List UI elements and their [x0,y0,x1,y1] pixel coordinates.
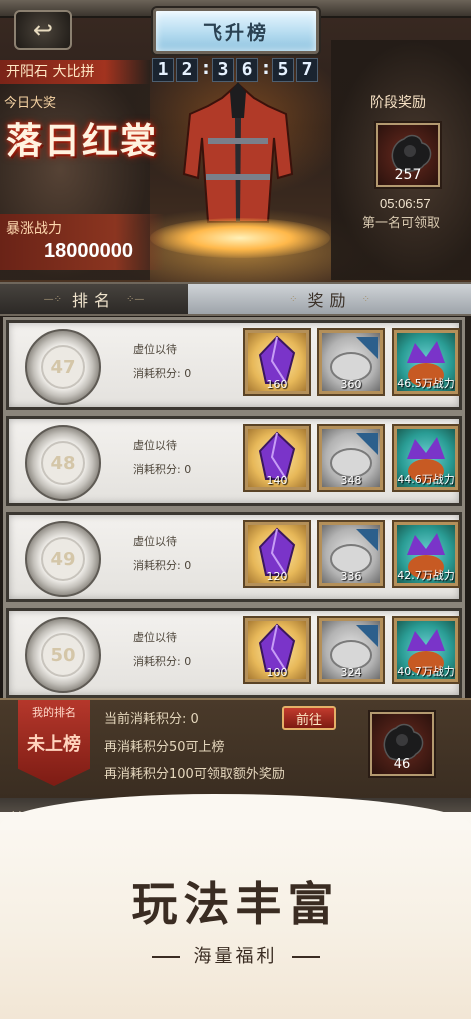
stage-item-count: 257 [394,167,422,183]
current-points: 当前消耗积分: 0 [104,712,199,727]
reward-qty: 324 [340,666,362,679]
timer-colon: : [262,58,270,79]
back-arrow-icon: ↩ [32,16,54,44]
rank-medal: 47 [25,329,101,405]
go-button[interactable]: 前往 [282,706,336,730]
power-value: 18000000 [44,240,133,262]
reward-silver[interactable]: 348 [319,426,383,490]
ornament-icon: ⁘— [126,293,145,305]
reward-qty: 360 [340,378,362,391]
rank-number: 47 [41,345,85,389]
power-box: 暴涨战力 18000000 [0,214,165,270]
reward-qty: 348 [340,474,362,487]
timer-digit: 5 [272,58,294,82]
title-plate: 飞升榜 [153,8,319,54]
reward-qty: 336 [340,570,362,583]
rank-status: 虚位以待 [133,439,177,452]
stage-note: 第一名可领取 [362,216,441,231]
prize-label: 今日大奖 [4,96,57,111]
event-name: 开阳石 大比拼 [0,60,150,84]
reward-qty: 140 [266,474,288,487]
stage-reward-label: 阶段奖励 [370,95,426,111]
tab-reward-label: 奖励 [307,291,352,310]
promo-subtitle-row: 海量福利 [0,942,471,968]
extra-item-count: 46 [393,757,411,772]
reward-crystal[interactable]: 140 [245,426,309,490]
rank-points: 消耗积分: 0 [133,463,192,476]
reward-qty: 44.6万战力 [397,473,455,486]
reward-silver[interactable]: 336 [319,522,383,586]
rank-status: 虚位以待 [133,631,177,644]
timer-digit: 6 [236,58,258,82]
timer-colon: : [202,58,210,79]
reward-qty: 120 [266,570,288,583]
glowing-portal [150,218,330,258]
reward-qty: 100 [266,666,288,679]
reward-crystal[interactable]: 120 [245,522,309,586]
rank-status: 虚位以待 [133,343,177,356]
tab-rank-label: 排名 [71,291,116,310]
rank-number: 48 [41,441,85,485]
countdown-timer: 1 2 : 3 6 : 5 7 [152,58,320,82]
rank-row[interactable]: 47 虚位以待 消耗积分: 0 160 360 46.5万战力 [6,320,462,410]
stage-reward-item[interactable]: 257 [376,123,440,187]
reward-silver[interactable]: 324 [319,618,383,682]
timer-digit: 1 [152,58,174,82]
reward-qty: 40.7万战力 [397,665,455,678]
reward-crystal[interactable]: 160 [245,330,309,394]
reward-crystal[interactable]: 100 [245,618,309,682]
rank-points: 消耗积分: 0 [133,367,192,380]
rank-number: 49 [41,537,85,581]
reward-power[interactable]: 44.6万战力 [394,426,458,490]
reward-power[interactable]: 46.5万战力 [394,330,458,394]
dash-decoration [291,956,320,958]
tab-rank[interactable]: —⁘ 排名 ⁘— [0,284,188,314]
back-button[interactable]: ↩ [14,10,72,50]
reward-qty: 160 [266,378,288,391]
rank-row[interactable]: 50 虚位以待 消耗积分: 0 100 324 40.7万战力 [6,608,462,698]
rank-number: 50 [41,633,85,677]
reward-qty: 42.7万战力 [397,569,455,582]
rank-row[interactable]: 48 虚位以待 消耗积分: 0 140 348 44.6万战力 [6,416,462,506]
need-points-rank: 再消耗积分50可上榜 [104,740,225,755]
tab-reward[interactable]: ⁘ 奖励 ⁘ [188,284,471,314]
game-screen: 开阳石 大比拼 今日大奖 落日红裳 暴涨战力 18000000 阶段奖励 257… [0,0,471,830]
rank-medal: 49 [25,521,101,597]
rank-medal: 50 [25,617,101,693]
my-rank-value: 未上榜 [27,734,81,755]
reward-silver[interactable]: 360 [319,330,383,394]
dash-decoration [151,956,180,958]
prize-title: 落日红裳 [6,120,159,162]
tab-bar: —⁘ 排名 ⁘— ⁘ 奖励 ⁘ [0,282,471,316]
rank-points: 消耗积分: 0 [133,655,192,668]
ornament-icon: ⁘ [361,293,370,305]
reward-qty: 46.5万战力 [397,377,455,390]
reward-power[interactable]: 40.7万战力 [394,618,458,682]
extra-reward-item[interactable]: 46 [370,712,434,776]
page-title: 飞升榜 [202,21,269,44]
reward-power[interactable]: 42.7万战力 [394,522,458,586]
stage-timer: 05:06:57 [380,196,431,211]
promo-subtitle: 海量福利 [193,946,278,967]
ornament-icon: ⁘ [289,293,298,305]
need-points-extra: 再消耗积分100可领取额外奖励 [104,767,285,782]
ornament-icon: —⁘ [43,293,62,305]
promo-title: 玩法丰富 [131,877,340,931]
timer-digit: 7 [296,58,318,82]
rank-points: 消耗积分: 0 [133,559,192,572]
power-label: 暴涨战力 [6,221,62,237]
my-rank-badge: 我的排名 未上榜 [18,700,90,786]
promo-banner: 玩法丰富 海量福利 [0,794,471,1019]
timer-digit: 2 [176,58,198,82]
rank-row[interactable]: 49 虚位以待 消耗积分: 0 120 336 42.7万战力 [6,512,462,602]
rank-status: 虚位以待 [133,535,177,548]
timer-digit: 3 [212,58,234,82]
rank-medal: 48 [25,425,101,501]
robe-illustration [182,82,294,223]
my-rank-title: 我的排名 [32,706,76,719]
